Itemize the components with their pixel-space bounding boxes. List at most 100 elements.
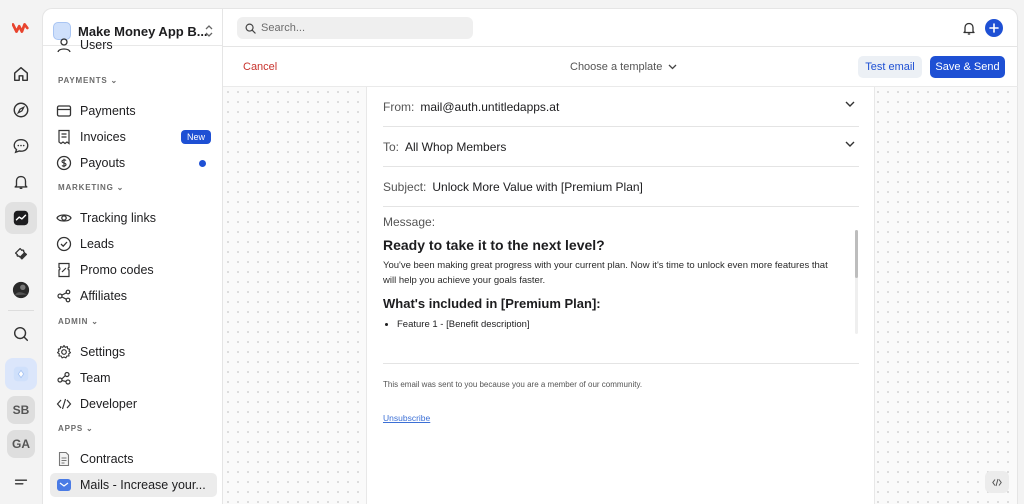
test-email-button[interactable]: Test email	[858, 56, 922, 78]
save-send-button[interactable]: Save & Send	[930, 56, 1005, 78]
sidebar-item-label: Mails - Increase your...	[80, 478, 206, 492]
sidebar-nav: Users PAYMENTS ⌄ Payments Invoices New P…	[43, 38, 222, 504]
sidebar-item-affiliates[interactable]: Affiliates	[50, 284, 217, 308]
search-icon[interactable]	[5, 318, 37, 350]
sidebar-item-label: Users	[80, 38, 113, 52]
credit-card-icon	[56, 105, 72, 117]
sidebar: Make Money App B... Users PAYMENTS ⌄ Pay…	[42, 8, 223, 504]
message-subheading: What's included in [Premium Plan]:	[383, 296, 601, 311]
whop-logo-icon[interactable]	[5, 12, 37, 44]
sidebar-item-settings[interactable]: Settings	[50, 340, 217, 364]
team-icon	[57, 371, 71, 385]
app-rail: SB GA	[0, 0, 42, 504]
bell-icon[interactable]	[961, 20, 977, 36]
sidebar-item-leads[interactable]: Leads	[50, 232, 217, 256]
to-field[interactable]: To: All Whop Members	[383, 127, 859, 167]
sidebar-item-mails[interactable]: Mails - Increase your...	[50, 473, 217, 497]
scrollbar-thumb[interactable]	[855, 230, 858, 278]
editor-action-bar: Cancel Choose a template Test email Save…	[223, 47, 1018, 87]
sidebar-item-developer[interactable]: Developer	[50, 392, 217, 416]
unread-dot	[199, 160, 206, 167]
search-input[interactable]	[261, 22, 461, 34]
share-nodes-icon	[57, 289, 71, 303]
compass-icon[interactable]	[5, 94, 37, 126]
message-heading: Ready to take it to the next level?	[383, 237, 605, 253]
section-admin[interactable]: ADMIN ⌄	[58, 317, 99, 326]
unsubscribe-link[interactable]: Unsubscribe	[383, 413, 430, 423]
template-dropdown[interactable]: Choose a template	[570, 61, 677, 73]
sidebar-item-invoices[interactable]: Invoices New	[50, 125, 217, 149]
sidebar-item-users[interactable]: Users	[50, 33, 217, 57]
sidebar-item-label: Leads	[80, 237, 115, 251]
editor-canvas: From: mail@auth.untitledapps.at To: All …	[223, 87, 1018, 504]
chevron-down-icon	[668, 64, 677, 70]
create-button[interactable]	[985, 19, 1003, 37]
from-value: mail@auth.untitledapps.at	[420, 99, 560, 114]
chat-icon[interactable]	[5, 130, 37, 162]
sidebar-item-payments[interactable]: Payments	[50, 99, 217, 123]
search-icon	[245, 23, 256, 34]
footer-text: This email was sent to you because you a…	[383, 380, 643, 389]
search-box[interactable]	[237, 17, 473, 39]
subject-value: Unlock More Value with [Premium Plan]	[432, 180, 643, 194]
workspace-icon[interactable]	[5, 358, 37, 390]
sidebar-item-label: Promo codes	[80, 263, 154, 277]
section-label: MARKETING	[58, 183, 114, 192]
gear-icon	[56, 344, 72, 359]
subject-field[interactable]: Subject: Unlock More Value with [Premium…	[383, 167, 859, 207]
section-marketing[interactable]: MARKETING ⌄	[58, 183, 124, 192]
to-value: All Whop Members	[405, 139, 507, 154]
section-label: APPS	[58, 424, 83, 433]
to-label: To:	[383, 139, 400, 154]
sidebar-item-label: Tracking links	[80, 211, 156, 225]
user-avatar[interactable]	[5, 274, 37, 306]
from-label: From:	[383, 99, 415, 114]
mail-app-icon	[57, 479, 71, 491]
workspace-avatar-sb[interactable]: SB	[7, 396, 35, 424]
message-label: Message:	[383, 215, 436, 229]
sidebar-item-tracking-links[interactable]: Tracking links	[50, 206, 217, 230]
sidebar-item-label: Invoices	[80, 130, 126, 144]
email-editor: From: mail@auth.untitledapps.at To: All …	[366, 87, 875, 504]
sidebar-item-label: Payments	[80, 104, 136, 118]
workspace-avatar-ga[interactable]: GA	[7, 430, 35, 458]
sidebar-item-promo-codes[interactable]: Promo codes	[50, 258, 217, 282]
footer-divider	[383, 363, 859, 364]
sidebar-item-team[interactable]: Team	[50, 366, 217, 390]
chevron-down-icon[interactable]	[845, 141, 855, 148]
chevron-down-icon[interactable]	[845, 101, 855, 108]
puzzle-icon[interactable]	[5, 238, 37, 270]
ticket-icon	[58, 262, 70, 278]
section-label: PAYMENTS	[58, 76, 108, 85]
menu-icon[interactable]	[5, 466, 37, 498]
eye-icon	[56, 214, 72, 222]
section-apps[interactable]: APPS ⌄	[58, 424, 94, 433]
document-icon	[58, 451, 70, 467]
home-icon[interactable]	[5, 58, 37, 90]
from-field[interactable]: From: mail@auth.untitledapps.at	[383, 87, 859, 127]
message-editor[interactable]: Ready to take it to the next level? You'…	[383, 237, 843, 335]
notification-bell-icon[interactable]	[5, 166, 37, 198]
dollar-circle-icon	[56, 155, 72, 171]
code-icon	[992, 478, 1002, 486]
receipt-icon	[58, 129, 70, 145]
cancel-button[interactable]: Cancel	[243, 61, 277, 73]
analytics-icon[interactable]	[5, 202, 37, 234]
section-payments[interactable]: PAYMENTS ⌄	[58, 76, 118, 85]
sidebar-item-partial[interactable]	[50, 499, 217, 504]
sidebar-item-label: Developer	[80, 397, 137, 411]
top-bar	[223, 8, 1018, 47]
plus-icon	[989, 23, 999, 33]
sidebar-item-label: Affiliates	[80, 289, 128, 303]
sidebar-item-label: Payouts	[80, 156, 126, 170]
code-icon	[56, 398, 72, 410]
sidebar-item-contracts[interactable]: Contracts	[50, 447, 217, 471]
subject-label: Subject:	[383, 180, 427, 194]
sidebar-item-payouts[interactable]: Payouts	[50, 151, 217, 175]
sidebar-item-label: Contracts	[80, 452, 134, 466]
sidebar-item-label: Team	[80, 371, 111, 385]
section-label: ADMIN	[58, 317, 89, 326]
new-badge: New	[180, 130, 211, 144]
check-circle-icon	[56, 236, 72, 252]
view-source-button[interactable]	[985, 471, 1009, 493]
